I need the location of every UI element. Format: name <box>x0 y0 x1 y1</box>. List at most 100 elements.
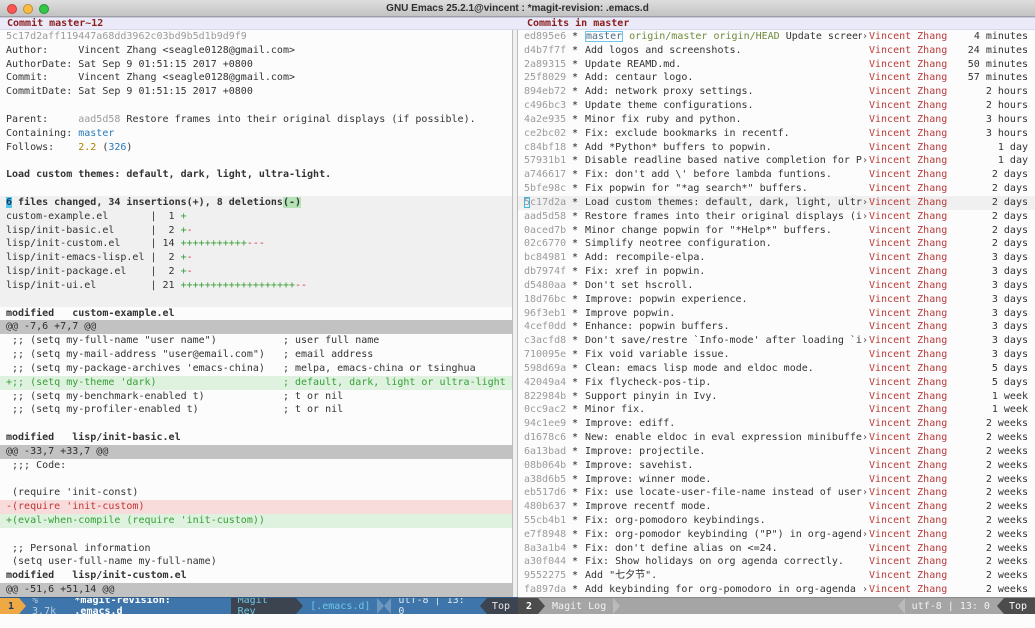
buffer-line[interactable]: +(eval-when-compile (require 'init-custo… <box>0 514 512 528</box>
commit-row[interactable]: e7f8948*Fix: org-pomodor keybinding ("P"… <box>518 528 1035 542</box>
commit-row[interactable]: 5bfe98c*Fix popwin for "*ag search*" buf… <box>518 182 1035 196</box>
major-mode-label[interactable]: Magit Rev <box>231 598 297 614</box>
buffer-line[interactable]: ;; (setq my-mail-address "user@email.com… <box>0 348 512 362</box>
commit-row[interactable]: 0aced7b*Minor change popwin for "*Help*"… <box>518 224 1035 238</box>
modeline-log[interactable]: 2 Magit Log utf-8 | 13: 0 Top <box>518 597 1035 614</box>
buffer-line[interactable]: Parent: aad5d58 Restore frames into thei… <box>0 113 512 127</box>
commit-row[interactable]: aad5d58*Restore frames into their origin… <box>518 210 1035 224</box>
buffer-line[interactable]: +;; (setq my-theme 'dark) ; default, dar… <box>0 376 512 390</box>
buffer-line[interactable]: -(require 'init-custom) <box>0 500 512 514</box>
commit-row[interactable]: 4cef0dd*Enhance: popwin buffers.Vincent … <box>518 320 1035 334</box>
buffer-line[interactable] <box>0 293 512 307</box>
buffer-line[interactable]: custom-example.el | 1 + <box>0 210 512 224</box>
branch-label-remote[interactable]: origin/HEAD <box>713 31 779 42</box>
commit-row[interactable]: c84bf18*Add *Python* buffers to popwin.V… <box>518 141 1035 155</box>
commit-row[interactable]: d1678c6*New: enable eldoc in eval expres… <box>518 431 1035 445</box>
log-buffer[interactable]: ed895e6*master origin/master origin/HEAD… <box>518 30 1035 597</box>
buffer-line[interactable]: AuthorDate: Sat Sep 9 01:51:15 2017 +080… <box>0 58 512 72</box>
buffer-line[interactable]: modified lisp/init-custom.el <box>0 569 512 583</box>
commit-row[interactable]: 0cc9ac2*Minor fix.Vincent Zhang1 week <box>518 403 1035 417</box>
commit-row[interactable]: ce2bc02*Fix: exclude bookmarks in recent… <box>518 127 1035 141</box>
buffer-line[interactable]: lisp/init-emacs-lisp.el | 2 +- <box>0 251 512 265</box>
commit-row[interactable]: ed895e6*master origin/master origin/HEAD… <box>518 30 1035 44</box>
buffer-line[interactable]: 6 files changed, 34 insertions(+), 8 del… <box>0 196 512 210</box>
revision-buffer[interactable]: 5c17d2aff119447a68dd3962c03bd9b5d1b9d9f9… <box>0 30 512 597</box>
buffer-line[interactable]: Commit: Vincent Zhang <seagle0128@gmail.… <box>0 71 512 85</box>
buffer-line[interactable]: modified custom-example.el <box>0 307 512 321</box>
commit-row[interactable]: d5480aa*Don't set hscroll.Vincent Zhang3… <box>518 279 1035 293</box>
project-label[interactable]: [.emacs.d] <box>303 598 377 614</box>
commit-hash: 5bfe98c <box>524 182 567 196</box>
buffer-line[interactable] <box>0 99 512 113</box>
graph-node-icon: * <box>572 376 585 390</box>
buffer-line[interactable]: modified lisp/init-basic.el <box>0 431 512 445</box>
commit-row[interactable]: 2a89315*Update REAMD.md.Vincent Zhang50 … <box>518 58 1035 72</box>
commit-row[interactable]: 598d69a*Clean: emacs lisp mode and eldoc… <box>518 362 1035 376</box>
commit-row[interactable]: 02c6770*Simplify neotree configuration.V… <box>518 237 1035 251</box>
buffer-line[interactable]: Containing: master <box>0 127 512 141</box>
commit-row[interactable]: 710095e*Fix void variable issue.Vincent … <box>518 348 1035 362</box>
commit-row[interactable]: eb517d6*Fix: use locate-user-file-name i… <box>518 486 1035 500</box>
branch-label-current[interactable]: master <box>585 31 623 42</box>
commit-row[interactable]: 94c1ee9*Improve: ediff.Vincent Zhang2 we… <box>518 417 1035 431</box>
buffer-line[interactable]: ;; (setq my-profiler-enabled t) ; t or n… <box>0 403 512 417</box>
commit-row[interactable]: c496bc3*Update theme configurations.Vinc… <box>518 99 1035 113</box>
buffer-line[interactable]: Load custom themes: default, dark, light… <box>0 168 512 182</box>
buffer-line[interactable]: ;; Personal information <box>0 542 512 556</box>
buffer-line[interactable]: ;; (setq my-package-archives 'emacs-chin… <box>0 362 512 376</box>
buffer-line[interactable] <box>0 528 512 542</box>
commit-row[interactable]: d4b7f7f*Add logos and screenshots.Vincen… <box>518 44 1035 58</box>
commit-row[interactable]: 6a13bad*Improve: projectile.Vincent Zhan… <box>518 445 1035 459</box>
zoom-button[interactable] <box>39 4 49 14</box>
commit-row[interactable]: 96f3eb1*Improve popwin.Vincent Zhang3 da… <box>518 307 1035 321</box>
commit-row[interactable]: 894eb72*Add: network proxy settings.Vinc… <box>518 85 1035 99</box>
buffer-line[interactable]: ;;; Code: <box>0 459 512 473</box>
minimize-button[interactable] <box>23 4 33 14</box>
commit-row[interactable]: 822984b*Support pinyin in Ivy.Vincent Zh… <box>518 390 1035 404</box>
buffer-name-label[interactable]: *magit-revision: .emacs.d <box>74 598 217 614</box>
buffer-line[interactable]: (setq user-full-name my-full-name) <box>0 555 512 569</box>
commit-row[interactable]: 57931b1*Disable readline based native co… <box>518 154 1035 168</box>
commit-row[interactable]: c3acfd8*Don't save/restre `Info-mode' af… <box>518 334 1035 348</box>
commit-row[interactable]: db7974f*Fix: xref in popwin.Vincent Zhan… <box>518 265 1035 279</box>
commit-row[interactable]: 5c17d2a*Load custom themes: default, dar… <box>518 196 1035 210</box>
buffer-line[interactable]: Author: Vincent Zhang <seagle0128@gmail.… <box>0 44 512 58</box>
buffer-line[interactable]: @@ -51,6 +51,14 @@ <box>0 583 512 597</box>
commit-row[interactable]: a746617*Fix: don't add \' before lambda … <box>518 168 1035 182</box>
buffer-line[interactable]: (require 'init-const) <box>0 486 512 500</box>
buffer-line[interactable]: ;; (setq my-full-name "user name") ; use… <box>0 334 512 348</box>
buffer-line[interactable]: ;; (setq my-benchmark-enabled t) ; t or … <box>0 390 512 404</box>
buffer-line[interactable]: lisp/init-custom.el | 14 +++++++++++--- <box>0 237 512 251</box>
commit-row[interactable]: bc84981*Add: recompile-elpa.Vincent Zhan… <box>518 251 1035 265</box>
commit-row[interactable]: a30f044*Fix: Show holidays on org agenda… <box>518 555 1035 569</box>
commit-row[interactable]: 4a2e935*Minor fix ruby and python.Vincen… <box>518 113 1035 127</box>
buffer-line[interactable]: lisp/init-basic.el | 2 +- <box>0 224 512 238</box>
buffer-line[interactable] <box>0 473 512 487</box>
commit-row[interactable]: fa897da*Add keybinding for org-pomodoro … <box>518 583 1035 597</box>
commit-row[interactable]: 08b064b*Improve: savehist.Vincent Zhang2… <box>518 459 1035 473</box>
buffer-line[interactable]: Follows: 2.2 (326) <box>0 141 512 155</box>
commit-row[interactable]: 9552275*Add "七夕节".Vincent Zhang2 weeks <box>518 569 1035 583</box>
commit-row[interactable]: 8a3a1b4*Fix: don't define alias on <=24.… <box>518 542 1035 556</box>
commit-row[interactable]: 18d76bc*Improve: popwin experience.Vince… <box>518 293 1035 307</box>
modeline-revision[interactable]: 1 % 3.7k *magit-revision: .emacs.d Magit… <box>0 597 518 614</box>
commit-row[interactable]: 25f8029*Add: centaur logo.Vincent Zhang5… <box>518 71 1035 85</box>
buffer-line[interactable] <box>0 417 512 431</box>
buffer-line[interactable]: @@ -33,7 +33,7 @@ <box>0 445 512 459</box>
buffer-line[interactable]: CommitDate: Sat Sep 9 01:51:15 2017 +080… <box>0 85 512 99</box>
major-mode-label[interactable]: Magit Log <box>545 598 613 614</box>
commit-row[interactable]: a38d6b5*Improve: winner mode.Vincent Zha… <box>518 473 1035 487</box>
close-button[interactable] <box>7 4 17 14</box>
echo-area[interactable] <box>0 614 1035 627</box>
commit-row[interactable]: 480b637*Improve recentf mode.Vincent Zha… <box>518 500 1035 514</box>
buffer-line[interactable] <box>0 182 512 196</box>
branch-label-remote[interactable]: origin/master <box>629 31 707 42</box>
buffer-line[interactable]: 5c17d2aff119447a68dd3962c03bd9b5d1b9d9f9 <box>0 30 512 44</box>
buffer-line[interactable]: @@ -7,6 +7,7 @@ <box>0 320 512 334</box>
buffer-line[interactable]: lisp/init-ui.el | 21 +++++++++++++++++++… <box>0 279 512 293</box>
commit-row[interactable]: 55cb4b1*Fix: org-pomodoro keybindings.Vi… <box>518 514 1035 528</box>
commit-row[interactable]: 42049a4*Fix flycheck-pos-tip.Vincent Zha… <box>518 376 1035 390</box>
buffer-line[interactable]: lisp/init-package.el | 2 +- <box>0 265 512 279</box>
buffer-line[interactable] <box>0 154 512 168</box>
commit-author: Vincent Zhang <box>869 459 951 473</box>
